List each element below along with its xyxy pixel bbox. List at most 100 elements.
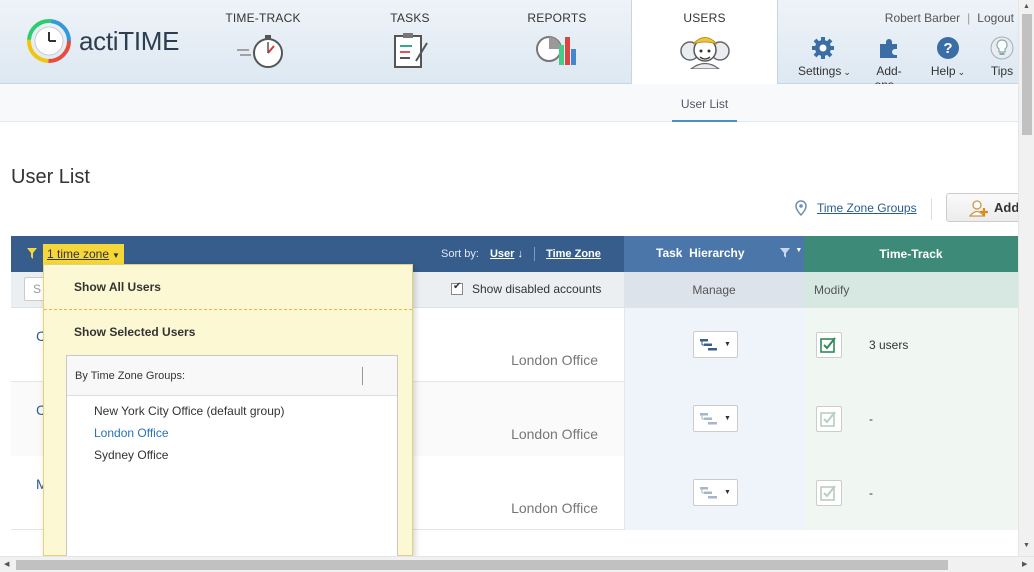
clock-logo-icon: [27, 19, 71, 63]
list-item[interactable]: New York City Office (default group): [67, 400, 397, 422]
hierarchy-icon: [700, 412, 718, 424]
scrollbar-thumb[interactable]: [1022, 14, 1032, 135]
hierarchy-dropdown-button[interactable]: ▼: [693, 331, 738, 358]
add-button-label: Add: [994, 200, 1020, 215]
settings-label: Settings: [798, 64, 842, 78]
office-label: London Office: [511, 352, 598, 368]
divider: [44, 309, 412, 310]
time-zone-groups-link[interactable]: Time Zone Groups: [795, 200, 917, 216]
filter-icon[interactable]: [27, 248, 37, 259]
office-label: London Office: [511, 426, 598, 442]
time-track-header: Time-Track: [804, 236, 1018, 272]
actitime-logo[interactable]: actiTIME: [27, 19, 179, 63]
scroll-right-icon[interactable]: ▶: [1022, 560, 1027, 568]
filter-icon: [780, 248, 790, 258]
vertical-scrollbar[interactable]: ▲ ▼: [1018, 0, 1034, 556]
hierarchy-dropdown-button[interactable]: ▼: [693, 405, 738, 432]
hierarchy-icon: [700, 338, 718, 350]
sort-by-label: Sort by:: [441, 247, 479, 260]
tab-time-track[interactable]: TIME-TRACK: [213, 0, 313, 84]
list-item[interactable]: London Office: [67, 422, 397, 444]
help-icon: ?: [937, 37, 959, 59]
scroll-down-icon[interactable]: ▼: [1023, 542, 1030, 549]
show-disabled-checkbox[interactable]: [451, 281, 463, 295]
show-all-users-option[interactable]: Show All Users: [74, 280, 161, 294]
reports-chart-icon: [536, 36, 576, 65]
user-name-link[interactable]: Robert Barber: [885, 11, 960, 25]
scroll-left-icon[interactable]: ◀: [4, 560, 9, 568]
hierarchy-dropdown-button[interactable]: ▼: [693, 479, 738, 506]
tips-menu[interactable]: Tips: [986, 36, 1018, 78]
help-menu[interactable]: ? Help ⌄: [930, 36, 966, 78]
sort-by-controls: Sort by: User ↓ Time Zone: [441, 247, 601, 261]
time-zone-filter-dropdown: Show All Users Show Selected Users By Ti…: [43, 264, 413, 560]
time-zone-groups-label: Time Zone Groups: [817, 201, 917, 215]
hierarchy-icon: [700, 486, 718, 498]
show-disabled-toggle[interactable]: Show disabled accounts: [451, 281, 602, 296]
time-zone-filter-label: 1 time zone: [47, 247, 110, 261]
chevron-down-icon: ⌄: [957, 67, 966, 77]
modify-cell: -: [804, 382, 1018, 456]
time-zone-groups-panel: By Time Zone Groups: New York City Offic…: [66, 355, 398, 560]
subnav-user-list[interactable]: User List: [672, 97, 737, 122]
tips-label: Tips: [990, 64, 1014, 78]
sub-navigation: User List: [0, 84, 1018, 122]
sort-by-user[interactable]: User: [490, 248, 514, 260]
chevron-down-icon: ⌄: [843, 67, 851, 77]
puzzle-icon: [880, 39, 897, 58]
clipboard-task-icon: [394, 33, 428, 68]
task-hierarchy-cell: ▼: [624, 308, 804, 382]
tab-reports[interactable]: REPORTS: [507, 0, 607, 84]
tab-users[interactable]: USERS: [631, 0, 778, 85]
scroll-up-icon[interactable]: ▲: [1023, 3, 1030, 10]
tab-label: USERS: [683, 11, 726, 25]
modify-access-button[interactable]: [816, 406, 842, 432]
caret-down-icon: ▼: [795, 247, 803, 254]
scrollbar-thumb[interactable]: [16, 560, 948, 570]
edit-checkbox-icon: [820, 337, 836, 353]
modify-count: -: [869, 412, 873, 426]
panel-header: By Time Zone Groups:: [67, 356, 397, 396]
add-user-icon: [969, 199, 988, 217]
caret-down-icon: ▼: [112, 251, 120, 260]
user-links: Robert Barber | Logout: [885, 11, 1014, 25]
help-label: Help: [930, 64, 956, 78]
modify-count: 3 users: [869, 338, 909, 352]
modify-subheader: Modify: [804, 272, 1018, 308]
sort-arrow-icon: ↓: [517, 247, 523, 260]
tab-tasks[interactable]: TASKS: [360, 0, 460, 84]
task-filter-dropdown[interactable]: ▼: [780, 247, 802, 261]
modify-cell: -: [804, 456, 1018, 530]
office-label: London Office: [511, 500, 598, 516]
tab-label: REPORTS: [527, 11, 587, 25]
lightbulb-icon: [990, 36, 1014, 60]
manage-subheader: Manage: [624, 272, 804, 308]
logout-link[interactable]: Logout: [977, 11, 1014, 25]
modify-access-button[interactable]: [816, 480, 842, 506]
page-title: User List: [11, 166, 90, 188]
horizontal-scrollbar[interactable]: ◀ ▶: [0, 556, 1034, 572]
modify-access-button[interactable]: [816, 332, 842, 358]
users-group-icon: [679, 37, 730, 69]
task-hierarchy-header: Task Hierarchy ▼: [624, 236, 804, 272]
settings-menu[interactable]: Settings ⌄: [798, 36, 851, 78]
modify-count: -: [869, 486, 873, 500]
time-zone-filter-button[interactable]: 1 time zone ▼: [43, 244, 124, 264]
show-selected-users-option[interactable]: Show Selected Users: [74, 325, 195, 339]
task-hierarchy-label: Task Hierarchy: [656, 246, 745, 260]
sort-by-time-zone[interactable]: Time Zone: [546, 248, 601, 260]
top-navigation-bar: actiTIME TIME-TRACK TASKS REPORTS USERS …: [0, 0, 1034, 92]
caret-down-icon: ▼: [724, 489, 731, 496]
tab-label: TASKS: [390, 11, 430, 25]
tab-label: TIME-TRACK: [225, 11, 301, 25]
edit-checkbox-icon: [820, 485, 836, 501]
separator: |: [967, 11, 971, 25]
location-pin-icon: [795, 200, 807, 216]
list-item[interactable]: Sydney Office: [67, 444, 397, 466]
show-disabled-label: Show disabled accounts: [472, 282, 602, 296]
divider: [534, 247, 535, 261]
task-hierarchy-cell: ▼: [624, 456, 804, 530]
divider: [931, 198, 932, 220]
gear-icon: [812, 37, 834, 59]
modify-cell: 3 users: [804, 308, 1018, 382]
